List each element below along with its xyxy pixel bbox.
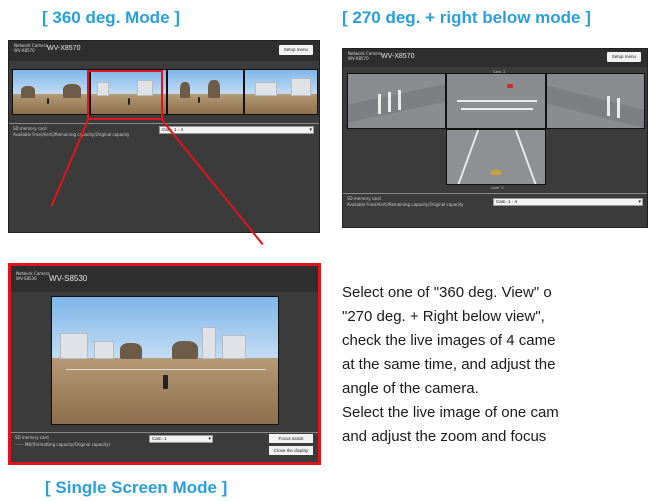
- camera-view-2[interactable]: [446, 73, 546, 129]
- sd-card-label: SD memory card: [15, 435, 49, 440]
- camera-label-2: Cam. 2: [493, 70, 506, 74]
- divider: [343, 193, 647, 194]
- brand-label: Network Camera WV-X8570: [348, 51, 382, 61]
- camera-view-below[interactable]: [446, 129, 546, 185]
- camera-view-1[interactable]: [347, 73, 446, 129]
- sd-card-detail: Available Free(Alert)/Remaining capacity…: [13, 132, 130, 137]
- divider: [11, 432, 318, 433]
- focus-assist-button[interactable]: Focus assist: [269, 434, 313, 443]
- camera-label-3: Cam. 3: [491, 186, 504, 190]
- sd-card-label: SD memory card: [13, 126, 47, 131]
- description-line: Select the live image of one cam: [342, 404, 559, 421]
- description-line: check the live images of 4 came: [342, 332, 556, 349]
- sd-card-detail: ------ MB/(formatting capacity/Original …: [15, 442, 111, 447]
- description-line: at the same time, and adjust the: [342, 356, 556, 373]
- screen-360-mode: Network Camera WV-X8570 WV-X8570 Setup m…: [8, 40, 320, 233]
- brand-label: Network Camera WV-X8570: [14, 43, 48, 53]
- sd-card-detail: Available Free(Alert)/Remaining capacity…: [347, 202, 464, 207]
- titlebar: Network Camera WV-X8570 WV-X8570 Setup m…: [343, 49, 647, 67]
- model-name: WV-X8570: [47, 45, 81, 52]
- camera-view-main[interactable]: [51, 296, 279, 425]
- brand-label: Network Camera WV-S8530: [16, 271, 50, 281]
- camera-select-value: Cam. 1 - 4: [496, 199, 518, 204]
- model-name: WV-X8570: [381, 53, 415, 60]
- screen-270-mode: Network Camera WV-X8570 WV-X8570 Setup m…: [342, 48, 648, 228]
- description-line: and adjust the zoom and focus: [342, 428, 547, 445]
- chevron-down-icon: ▾: [638, 199, 641, 205]
- camera-select[interactable]: Cam. 1 ▾: [149, 435, 213, 443]
- camera-select[interactable]: Cam. 1 - 4 ▾: [159, 126, 314, 134]
- heading-360-mode: [ 360 deg. Mode ]: [42, 8, 180, 27]
- description-line: Select one of "360 deg. View" o: [342, 284, 552, 301]
- screen-single-mode: Network Camera WV-S8530 WV-S8530 SD memo…: [8, 263, 321, 465]
- heading-270-mode: [ 270 deg. + right below mode ]: [342, 8, 591, 27]
- camera-select-value: Cam. 1: [152, 436, 167, 441]
- chevron-down-icon: ▾: [208, 436, 211, 442]
- highlight-box: [87, 70, 163, 120]
- titlebar: Network Camera WV-S8530 WV-S8530: [11, 266, 318, 292]
- camera-view-3[interactable]: [546, 73, 645, 129]
- camera-view-4[interactable]: [244, 69, 318, 115]
- description-line: angle of the camera.: [342, 380, 479, 397]
- heading-single-screen-mode: [ Single Screen Mode ]: [45, 478, 228, 497]
- model-name: WV-S8530: [49, 274, 88, 283]
- setup-menu-button[interactable]: Setup menu: [278, 45, 313, 55]
- description-line: "270 deg. + Right below view",: [342, 308, 545, 325]
- camera-view-3[interactable]: [167, 69, 244, 115]
- setup-menu-button[interactable]: Setup menu: [606, 52, 641, 62]
- description-text: Select one of "360 deg. View" o "270 deg…: [342, 281, 654, 449]
- sd-card-label: SD memory card: [347, 196, 381, 201]
- camera-view-1[interactable]: [12, 69, 90, 115]
- close-display-button[interactable]: Close the display: [269, 446, 313, 455]
- camera-select[interactable]: Cam. 1 - 4 ▾: [493, 198, 643, 206]
- titlebar: Network Camera WV-X8570 WV-X8570 Setup m…: [9, 41, 319, 61]
- chevron-down-icon: ▾: [309, 127, 312, 133]
